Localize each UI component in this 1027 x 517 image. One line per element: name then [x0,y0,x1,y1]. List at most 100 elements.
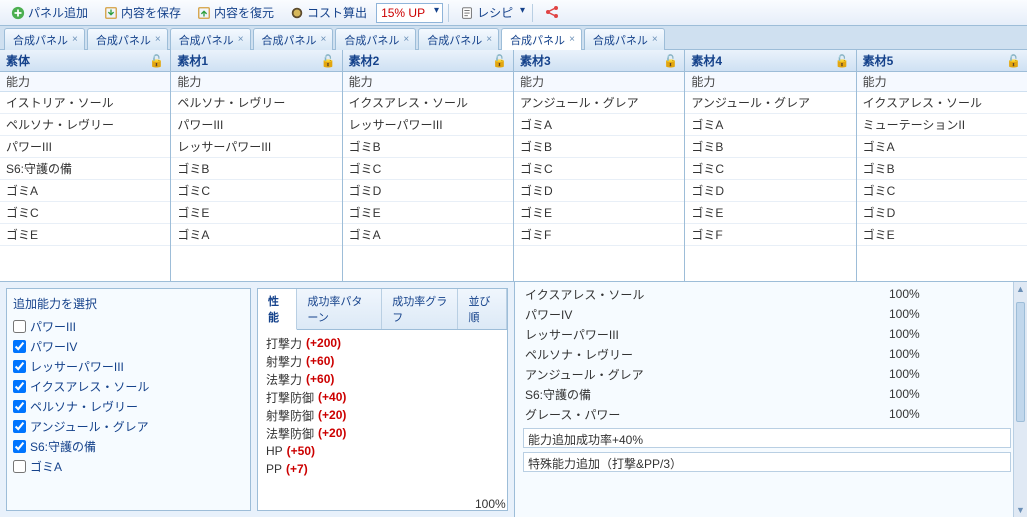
picker-checkbox[interactable] [13,380,26,393]
slot-row[interactable]: ゴミE [171,202,341,224]
stat-line: 法撃力(+60) [266,370,499,388]
result-extra-field[interactable]: 特殊能力追加（打撃&PP/3） [523,452,1011,472]
picker-item[interactable]: ゴミA [11,456,246,476]
slot-row[interactable]: ゴミB [514,136,684,158]
picker-item[interactable]: パワーIV [11,336,246,356]
slot-row[interactable]: ゴミF [514,224,684,246]
close-icon[interactable]: × [486,34,492,45]
slot-list: アンジュール・グレアゴミAゴミBゴミCゴミDゴミEゴミF [514,92,684,281]
close-icon[interactable]: × [155,34,161,45]
slot-row[interactable]: アンジュール・グレア [685,92,855,114]
recipe-dropdown[interactable]: レシピ [454,2,527,23]
slot-row[interactable]: イクスアレス・ソール [857,92,1027,114]
picker-checkbox[interactable] [13,360,26,373]
picker-item[interactable]: パワーIII [11,316,246,336]
slot-row[interactable]: パワーIII [0,136,170,158]
picker-checkbox[interactable] [13,400,26,413]
slot-row[interactable]: S6:守護の備 [0,158,170,180]
slot-subheader: 能力 [514,72,684,92]
slot-row[interactable]: ゴミA [0,180,170,202]
slot-row[interactable]: ゴミA [685,114,855,136]
slot-row[interactable]: ゴミE [0,224,170,246]
result-row: パワーIV100% [521,304,1013,324]
lock-icon[interactable]: 🔓 [149,54,164,68]
slot-row[interactable]: ゴミD [857,202,1027,224]
tab-synthesis-panel[interactable]: 合成パネル× [418,28,499,50]
toolbar: パネル追加 内容を保存 内容を復元 コスト算出 15% UP レシピ [0,0,1027,26]
close-icon[interactable]: × [569,34,575,45]
tab-synthesis-panel[interactable]: 合成パネル× [87,28,168,50]
save-content-button[interactable]: 内容を保存 [97,1,188,24]
slot-row[interactable]: ゴミA [343,224,513,246]
lock-icon[interactable]: 🔓 [321,54,336,68]
slot-row[interactable]: ゴミF [685,224,855,246]
slot-row[interactable]: ゴミC [343,158,513,180]
slot-row[interactable]: ゴミA [171,224,341,246]
tab-synthesis-panel[interactable]: 合成パネル× [501,28,582,50]
slot-row[interactable]: ゴミB [685,136,855,158]
slot-row[interactable]: ミューテーションII [857,114,1027,136]
picker-checkbox[interactable] [13,440,26,453]
picker-item[interactable]: ペルソナ・レヴリー [11,396,246,416]
mini-tab[interactable]: 並び順 [458,289,507,329]
mini-tab[interactable]: 性能 [258,289,297,330]
slot-row[interactable]: ゴミB [343,136,513,158]
close-icon[interactable]: × [72,34,78,45]
close-icon[interactable]: × [321,34,327,45]
share-button[interactable] [538,4,566,22]
slot-row[interactable]: ゴミC [0,202,170,224]
picker-item[interactable]: アンジュール・グレア [11,416,246,436]
success-rate-select[interactable]: 15% UP [376,3,443,23]
picker-checkbox[interactable] [13,320,26,333]
slot-row[interactable]: ゴミD [685,180,855,202]
slot-row[interactable]: ゴミB [857,158,1027,180]
slot-row[interactable]: ペルソナ・レヴリー [0,114,170,136]
lock-icon[interactable]: 🔓 [663,54,678,68]
picker-item[interactable]: S6:守護の備 [11,436,246,456]
close-icon[interactable]: × [403,34,409,45]
lock-icon[interactable]: 🔓 [1006,54,1021,68]
close-icon[interactable]: × [238,34,244,45]
slot-row[interactable]: ゴミC [514,158,684,180]
scrollbar[interactable] [1013,282,1027,517]
cost-calc-button[interactable]: コスト算出 [283,1,374,24]
picker-item[interactable]: イクスアレス・ソール [11,376,246,396]
slot-row[interactable]: イクスアレス・ソール [343,92,513,114]
lock-icon[interactable]: 🔓 [835,54,850,68]
picker-item[interactable]: レッサーパワーIII [11,356,246,376]
slot-row[interactable]: ゴミB [171,158,341,180]
slot-row[interactable]: ゴミD [514,180,684,202]
tab-synthesis-panel[interactable]: 合成パネル× [253,28,334,50]
slot-row[interactable]: ゴミE [514,202,684,224]
slot-row[interactable]: ゴミE [857,224,1027,246]
add-panel-button[interactable]: パネル追加 [4,1,95,24]
picker-checkbox[interactable] [13,340,26,353]
slot-row[interactable]: パワーIII [171,114,341,136]
mini-tab[interactable]: 成功率グラフ [382,289,458,329]
slot-row[interactable]: イストリア・ソール [0,92,170,114]
tab-synthesis-panel[interactable]: 合成パネル× [170,28,251,50]
slot-row[interactable]: ゴミC [171,180,341,202]
slot-row[interactable]: レッサーパワーIII [343,114,513,136]
slot-row[interactable]: レッサーパワーIII [171,136,341,158]
mini-tab[interactable]: 成功率パターン [297,289,382,329]
slot-row[interactable]: ゴミE [343,202,513,224]
restore-content-button[interactable]: 内容を復元 [190,1,281,24]
slot-row[interactable]: ゴミA [857,136,1027,158]
tab-synthesis-panel[interactable]: 合成パネル× [4,28,85,50]
slot-row[interactable]: ゴミC [685,158,855,180]
close-icon[interactable]: × [652,34,658,45]
scrollbar-thumb[interactable] [1016,302,1025,422]
picker-checkbox[interactable] [13,420,26,433]
tab-synthesis-panel[interactable]: 合成パネル× [584,28,665,50]
slot-row[interactable]: ゴミC [857,180,1027,202]
slot-row[interactable]: ペルソナ・レヴリー [171,92,341,114]
slot-row[interactable]: ゴミE [685,202,855,224]
slot-row[interactable]: ゴミD [343,180,513,202]
slot-row[interactable]: ゴミA [514,114,684,136]
picker-checkbox[interactable] [13,460,26,473]
tab-synthesis-panel[interactable]: 合成パネル× [335,28,416,50]
result-extra-field[interactable]: 能力追加成功率+40% [523,428,1011,448]
slot-row[interactable]: アンジュール・グレア [514,92,684,114]
lock-icon[interactable]: 🔓 [492,54,507,68]
